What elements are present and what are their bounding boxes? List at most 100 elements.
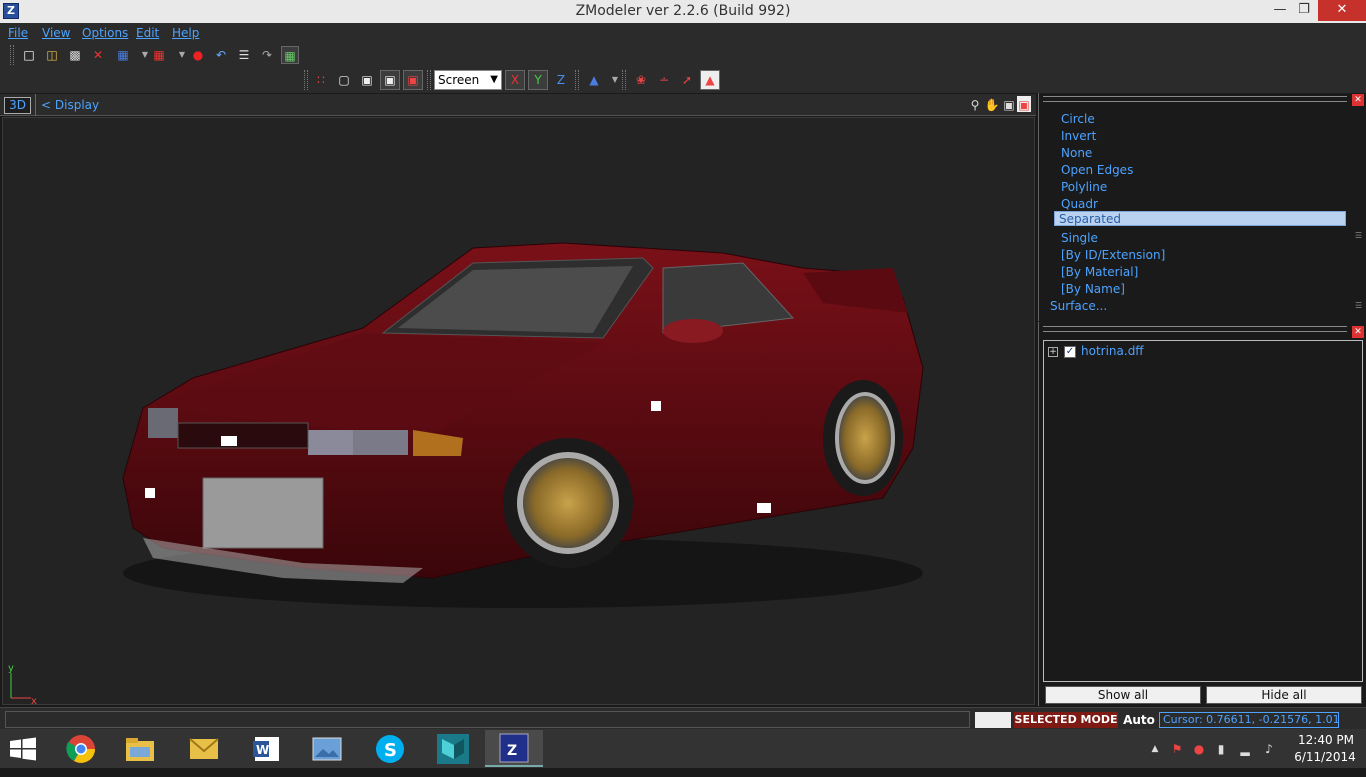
show-hidden-icons-icon[interactable]: ▲ [1146,740,1164,758]
rotate-view-icon[interactable]: ▣ [1000,96,1018,114]
list-item-quadr[interactable]: Quadr [1061,197,1098,211]
headlight-right [148,408,178,438]
texture-icon[interactable]: ▦ [281,46,299,64]
list-item-surface[interactable]: Surface... [1050,299,1107,313]
rear-rim [835,392,895,484]
skype-icon[interactable]: S [361,730,419,767]
close-icon[interactable]: ✕ [1352,326,1364,338]
pan-hand-icon[interactable]: ✋ [983,96,1001,114]
cube-solid-icon[interactable]: ▣ [358,71,376,89]
panel-grip[interactable] [1043,96,1347,102]
list-item-polyline[interactable]: Polyline [1061,180,1107,194]
file-explorer-icon[interactable] [111,730,169,767]
3d-viewport[interactable]: y x [2,117,1035,705]
restore-button[interactable]: ❐ [1290,0,1318,21]
display-tab[interactable]: < Display [35,94,99,116]
car-model-render: y x [8,242,924,704]
list-item-single[interactable]: Single [1061,231,1098,245]
chrome-icon[interactable] [52,730,110,767]
headlight-left [308,430,353,455]
pick-icon[interactable]: ➚ [678,71,696,89]
cube-textured-icon[interactable]: ▣ [403,70,423,90]
axis-z-toggle[interactable]: Z [552,71,570,89]
expand-icon[interactable]: + [1048,347,1058,357]
redo-icon[interactable]: ↷ [258,46,276,64]
title-bar: Z ZModeler ver 2.2.6 (Build 992) — ❐ ✕ [0,0,1366,23]
menu-help[interactable]: Help [172,26,199,40]
battery-icon[interactable]: ▮ [1212,740,1230,758]
axis-y-toggle[interactable]: Y [528,70,548,90]
svg-text:Z: Z [507,743,517,759]
grille [177,422,309,449]
windows-start-icon[interactable] [8,737,38,761]
new-file-icon[interactable]: □ [20,46,38,64]
zmodeler-icon[interactable]: Z [485,730,543,767]
volume-icon[interactable]: ♪ [1260,740,1278,758]
menu-file[interactable]: File [8,26,28,40]
headlight-inner [353,430,408,455]
coord-system-value: Screen [438,73,480,87]
list-item-invert[interactable]: Invert [1061,129,1096,143]
list-item-none[interactable]: None [1061,146,1092,160]
photos-icon[interactable] [298,730,356,767]
windows-taskbar: W S Z ▲ ⚑ ● ▮ ▂ ♪ 12:40 PM 6/11/2014 [0,729,1366,768]
record-icon[interactable]: ● [189,46,207,64]
zoom-icon[interactable]: ⚲ [966,96,984,114]
auto-indicator[interactable]: Auto [1122,712,1156,728]
list-item-open-edges[interactable]: Open Edges [1061,163,1133,177]
scroll-mark: ☰ [1355,301,1363,310]
menu-options[interactable]: Options [82,26,128,40]
menu-view[interactable]: View [42,26,70,40]
undo-icon[interactable]: ↶ [212,46,230,64]
viewport-header: 3D < Display ⚲ ✋ ▣ ▣ [0,94,1036,116]
list-item-circle[interactable]: Circle [1061,112,1095,126]
snap-icon[interactable]: ∸ [655,71,673,89]
import-icon[interactable]: ▦ [114,46,132,64]
clock-time[interactable]: 12:40 PM [1296,733,1356,747]
open-folder-icon[interactable]: ◫ [43,46,61,64]
selected-mode-indicator[interactable]: SELECTED MODE [1014,712,1118,728]
network-icon[interactable]: ▂ [1236,740,1254,758]
tree-item-file[interactable]: hotrina.dff [1081,344,1144,358]
show-all-button[interactable]: Show all [1045,686,1201,704]
move-tool-icon[interactable]: ▲ [585,71,603,89]
visibility-checkbox[interactable]: ✓ [1064,346,1076,358]
clock-date[interactable]: 6/11/2014 [1290,750,1360,764]
magnet-icon[interactable]: ❀ [632,71,650,89]
list-item-separated[interactable]: Separated [1054,211,1346,226]
vertex-mode-icon[interactable]: ∷ [312,71,330,89]
panel-grip[interactable] [1043,326,1347,332]
list-item-by-id[interactable]: [By ID/Extension] [1061,248,1165,262]
marker [221,436,237,446]
hide-all-button[interactable]: Hide all [1206,686,1362,704]
close-icon[interactable]: ✕ [1352,94,1364,106]
save-icon[interactable]: ▩ [66,46,84,64]
viewport-mode-badge[interactable]: 3D [4,97,31,114]
side-mirror [663,319,723,343]
menu-edit[interactable]: Edit [136,26,159,40]
hierarchy-tree[interactable]: + ✓ hotrina.dff [1043,340,1363,682]
front-rim [517,452,619,554]
export-icon[interactable]: ▦ [150,46,168,64]
cube-shaded-icon[interactable]: ▣ [380,70,400,90]
close-button[interactable]: ✕ [1318,0,1366,21]
properties-icon[interactable]: ☰ [235,46,253,64]
delete-icon[interactable]: ✕ [89,46,107,64]
word-icon[interactable]: W [238,730,296,767]
outlook-icon[interactable] [175,730,233,767]
list-item-by-material[interactable]: [By Material] [1061,265,1138,279]
main-toolbar: □ ◫ ▩ ✕ ▦ ▼ ▦ ▼ ● ↶ ☰ ↷ ▦ [0,43,1366,68]
toolbar-grip[interactable] [10,45,14,65]
cube-wire-icon[interactable]: ▢ [335,71,353,89]
toolbar2-grip[interactable] [304,70,308,90]
axis-x-toggle[interactable]: X [505,70,525,90]
menu-bar: File View Options Edit Help [0,23,1366,43]
list-item-by-name[interactable]: [By Name] [1061,282,1125,296]
flag-icon[interactable]: ⚑ [1168,740,1186,758]
measure-icon[interactable]: ▲ [700,70,720,90]
coord-system-select[interactable]: Screen ▼ [434,70,502,90]
record-tray-icon[interactable]: ● [1190,740,1208,758]
marker [145,488,155,498]
3dsmax-icon[interactable] [424,730,482,767]
maximize-viewport-icon[interactable]: ▣ [1017,96,1031,112]
